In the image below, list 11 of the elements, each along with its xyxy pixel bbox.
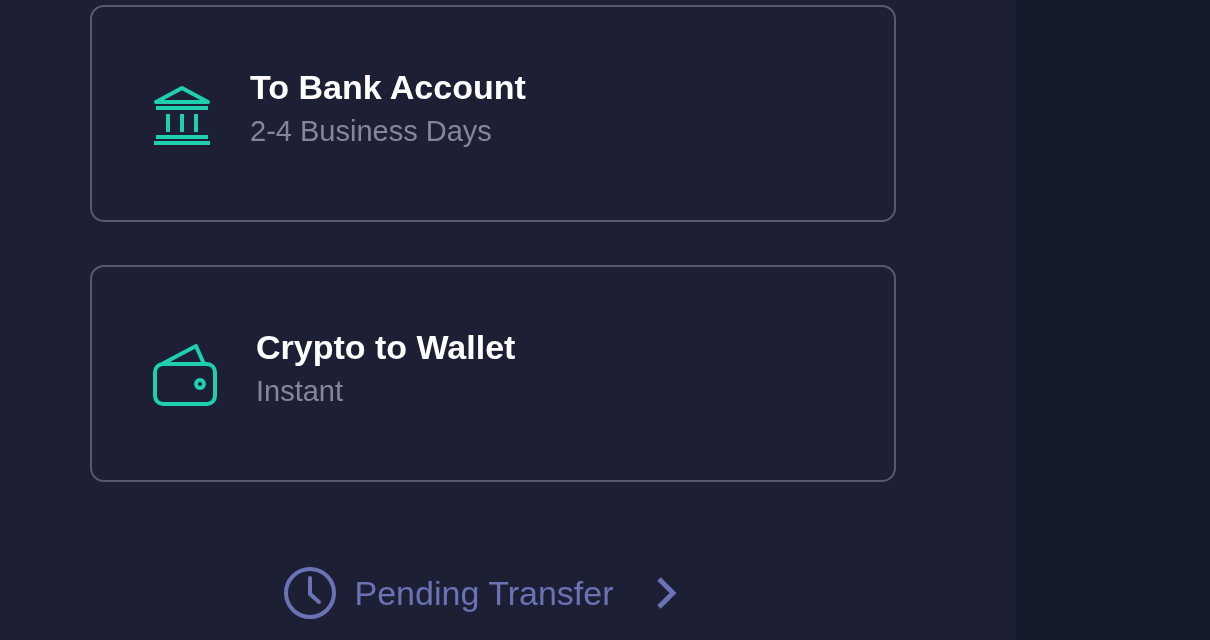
clock-icon — [282, 566, 337, 620]
option-subtitle: 2-4 Business Days — [250, 113, 493, 149]
option-subtitle: Instant — [256, 373, 345, 409]
transfer-option-card[interactable]: To Bank Account 2-4 Business Days — [90, 5, 896, 222]
chevron-right-icon — [655, 576, 678, 610]
transfer-option-card[interactable]: Crypto to Wallet Instant — [90, 265, 896, 482]
option-title: To Bank Account — [250, 66, 526, 108]
wallet-icon — [152, 341, 218, 406]
pending-transfer-label: Pending Transfer — [354, 572, 614, 614]
pending-transfer-link[interactable]: Pending Transfer — [282, 566, 678, 620]
option-title: Crypto to Wallet — [256, 326, 516, 368]
